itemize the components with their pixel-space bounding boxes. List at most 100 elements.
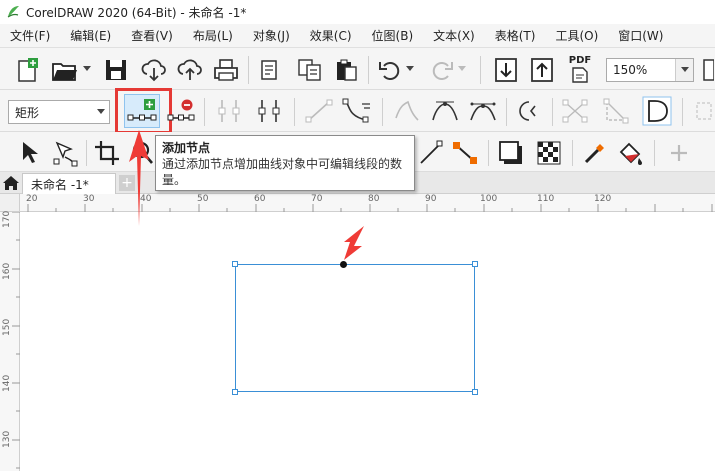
toolbar-separator [572, 140, 573, 166]
import-arrow-icon[interactable] [492, 56, 520, 84]
selection-handle[interactable] [232, 261, 238, 267]
home-icon[interactable] [2, 175, 20, 191]
join-nodes-icon[interactable] [212, 96, 246, 126]
tooltip-title: 添加节点 [162, 141, 211, 155]
title-bar: CorelDRAW 2020 (64-Bit) - 未命名 -1* [0, 0, 715, 24]
menu-file[interactable]: 文件(F) [0, 24, 60, 48]
to-curve-icon[interactable] [340, 96, 374, 126]
vertical-ruler[interactable]: 170 160 150 140 130 [0, 210, 20, 471]
menu-edit[interactable]: 编辑(E) [60, 24, 121, 48]
selection-handle[interactable] [232, 389, 238, 395]
property-overflow-icon[interactable] [690, 96, 715, 126]
ruler-origin[interactable] [0, 194, 20, 212]
ruler-label: 60 [254, 194, 266, 204]
selection-handle[interactable] [472, 389, 478, 395]
toolbar-separator [248, 56, 249, 84]
pdf-label: PDF [568, 55, 592, 66]
menu-text[interactable]: 文本(X) [423, 24, 485, 48]
export-pdf-icon[interactable]: PDF [564, 54, 596, 86]
toolbar-separator [480, 56, 481, 84]
undo-dropdown-chevron-icon[interactable] [405, 64, 415, 74]
open-folder-icon[interactable] [50, 56, 80, 84]
document-tab[interactable]: 未命名 -1* [22, 173, 116, 194]
menu-view[interactable]: 查看(V) [121, 24, 183, 48]
reverse-direction-icon[interactable] [512, 96, 546, 126]
add-tool-plus-icon[interactable] [666, 140, 692, 166]
to-line-icon[interactable] [302, 96, 336, 126]
print-icon[interactable] [212, 56, 240, 84]
ruler-label: 30 [83, 194, 95, 204]
copy-icon[interactable] [296, 56, 324, 84]
rectangle-object[interactable] [235, 264, 475, 392]
smooth-node-icon[interactable] [428, 96, 462, 126]
menu-tools[interactable]: 工具(O) [545, 24, 608, 48]
toolbar-overflow-icon[interactable] [700, 56, 715, 84]
paste-icon[interactable] [332, 56, 360, 84]
extract-subpath-icon[interactable] [558, 96, 592, 126]
menu-table[interactable]: 表格(T) [485, 24, 546, 48]
undo-icon[interactable] [376, 56, 404, 84]
toolbar-separator [86, 140, 87, 166]
pick-tool-icon[interactable] [14, 138, 44, 168]
menu-layout[interactable]: 布局(L) [183, 24, 243, 48]
crop-tool-icon[interactable] [92, 138, 122, 168]
import-icon[interactable] [256, 56, 284, 84]
tooltip-description: 通过添加节点增加曲线对象中可编辑线段的数量。 [162, 157, 403, 187]
break-curve-icon[interactable] [252, 96, 286, 126]
connector-tool-icon[interactable] [416, 138, 446, 168]
new-document-icon[interactable] [14, 56, 42, 84]
zoom-level-value: 150% [613, 63, 648, 77]
cloud-upload-icon[interactable] [176, 56, 204, 84]
export-arrow-icon[interactable] [528, 56, 556, 84]
menu-window[interactable]: 窗口(W) [608, 24, 673, 48]
object-type-select[interactable]: 矩形 [8, 100, 110, 124]
toolbar-separator [506, 98, 507, 126]
ruler-label: 50 [197, 194, 209, 204]
annotation-arrow-up-icon [129, 130, 149, 226]
ruler-label: 130 [2, 430, 12, 448]
ruler-label: 110 [537, 194, 555, 204]
cloud-download-icon[interactable] [140, 56, 168, 84]
chevron-down-icon[interactable] [93, 109, 109, 115]
cusp-node-icon[interactable] [390, 96, 424, 126]
window-title: CorelDRAW 2020 (64-Bit) - 未命名 -1* [26, 5, 247, 20]
toolbar-separator [368, 56, 369, 84]
close-curve-icon[interactable] [600, 96, 634, 126]
annotation-arrow-down-icon [344, 226, 364, 260]
curve-node[interactable] [340, 261, 347, 268]
ruler-label: 100 [480, 194, 498, 204]
ruler-label: 20 [26, 194, 38, 204]
menu-bitmaps[interactable]: 位图(B) [362, 24, 424, 48]
ruler-label: 170 [2, 210, 12, 228]
save-icon[interactable] [102, 56, 130, 84]
interactive-fill-tool-icon[interactable] [616, 138, 646, 168]
redo-dropdown-chevron-icon[interactable] [457, 64, 467, 74]
toolbar-separator [682, 98, 683, 126]
toolbar-separator [294, 98, 295, 126]
toolbar-separator [552, 98, 553, 126]
selection-handle[interactable] [472, 261, 478, 267]
dimension-tool-icon[interactable] [450, 138, 480, 168]
delete-node-icon[interactable] [166, 94, 196, 128]
menu-bar: 文件(F) 编辑(E) 查看(V) 布局(L) 对象(J) 效果(C) 位图(B… [0, 24, 715, 48]
toolbar-separator [204, 98, 205, 126]
menu-object[interactable]: 对象(J) [243, 24, 300, 48]
toolbar-separator [488, 140, 489, 166]
zoom-level-combo[interactable]: 150% [606, 58, 694, 82]
symmetrical-node-icon[interactable] [466, 96, 500, 126]
add-node-tooltip: 添加节点 通过添加节点增加曲线对象中可编辑线段的数量。 [155, 135, 415, 191]
ruler-label: 150 [2, 318, 12, 336]
redo-icon[interactable] [428, 56, 456, 84]
ruler-label: 140 [2, 374, 12, 392]
toolbar-separator [382, 98, 383, 126]
ruler-label: 90 [425, 194, 437, 204]
shape-tool-icon[interactable] [50, 138, 80, 168]
chevron-down-icon[interactable] [675, 59, 693, 81]
menu-effects[interactable]: 效果(C) [300, 24, 362, 48]
eyedropper-tool-icon[interactable] [580, 138, 610, 168]
open-dropdown-chevron-icon[interactable] [82, 64, 92, 74]
toolbar-separator [654, 140, 655, 166]
transparency-tool-icon[interactable] [534, 138, 564, 168]
drop-shadow-tool-icon[interactable] [496, 138, 526, 168]
close-path-icon[interactable] [640, 94, 674, 128]
